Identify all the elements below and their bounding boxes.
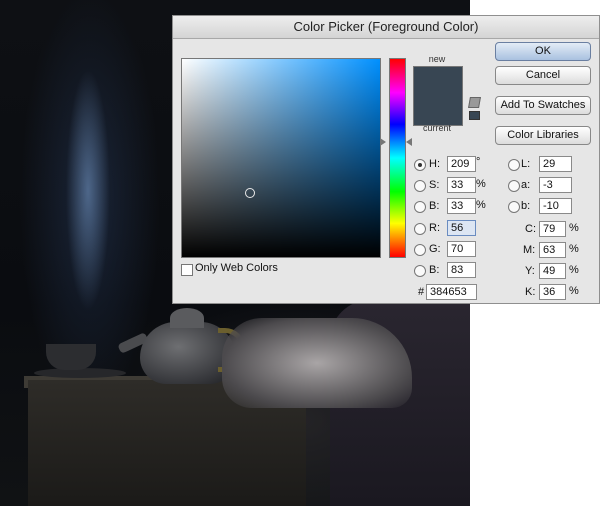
yellow-input[interactable]: 49 [539,263,566,279]
yellow-unit: % [569,264,579,276]
magenta-input[interactable]: 63 [539,242,566,258]
green-label: G: [429,243,441,255]
dialog-title[interactable]: Color Picker (Foreground Color) [173,16,599,39]
red-label: R: [429,222,440,234]
color-picker-dialog: Color Picker (Foreground Color) new curr… [172,15,600,304]
brightness-input[interactable]: 33 [447,198,476,214]
color-field[interactable] [181,58,381,258]
saturation-label: S: [429,179,440,191]
lab-b-label: b: [521,200,531,212]
blue-radio[interactable] [414,265,426,277]
green-input[interactable]: 70 [447,241,476,257]
lab-b-radio[interactable] [508,201,520,213]
color-field-cursor[interactable] [245,188,255,198]
add-to-swatches-button[interactable]: Add To Swatches [495,96,591,115]
saturation-unit: % [476,178,486,190]
lab-a-input[interactable]: -3 [539,177,572,193]
brightness-label: B: [429,200,440,212]
lab-a-radio[interactable] [508,180,520,192]
hue-slider-left-arrow[interactable] [380,138,386,146]
yellow-label: Y: [525,265,535,277]
cyan-input[interactable]: 79 [539,221,566,237]
current-label: current [422,123,451,133]
hue-slider[interactable] [389,58,406,258]
color-libraries-button[interactable]: Color Libraries [495,126,591,145]
lab-l-label: L: [521,158,531,170]
current-color-swatch[interactable] [414,96,462,125]
blue-input[interactable]: 83 [447,262,476,278]
cyan-label: C: [525,223,536,235]
brightness-radio[interactable] [414,201,426,213]
saturation-radio[interactable] [414,180,426,192]
teapot-lid [170,308,204,328]
black-unit: % [569,285,579,297]
teacup [46,344,96,370]
only-web-colors-label: Only Web Colors [195,262,278,274]
hue-radio[interactable] [414,159,426,171]
black-label: K: [525,286,536,298]
hue-slider-right-arrow[interactable] [406,138,412,146]
new-color-swatch [414,67,462,96]
green-radio[interactable] [414,244,426,256]
web-safe-swatch[interactable] [469,111,480,120]
hue-unit: ° [476,156,481,168]
red-input[interactable]: 56 [447,220,476,236]
magenta-label: M: [523,244,536,256]
cancel-button[interactable]: Cancel [495,66,591,85]
lab-l-radio[interactable] [508,159,520,171]
red-radio[interactable] [414,223,426,235]
saturation-input[interactable]: 33 [447,177,476,193]
cyan-unit: % [569,222,579,234]
color-swatch [413,66,463,126]
lab-l-input[interactable]: 29 [539,156,572,172]
hex-label: # [418,286,425,298]
lab-b-input[interactable]: -10 [539,198,572,214]
hue-label: H: [429,158,440,170]
blue-label: B: [429,264,440,276]
brightness-unit: % [476,199,486,211]
magenta-unit: % [569,243,579,255]
hue-input[interactable]: 209 [447,156,476,172]
black-input[interactable]: 36 [539,284,566,300]
white-cloth [222,318,412,408]
hex-input[interactable]: 384653 [426,284,477,300]
ok-button[interactable]: OK [495,42,591,61]
lab-a-label: a: [521,179,531,191]
out-of-gamut-cube-icon[interactable] [468,97,481,108]
only-web-colors-checkbox[interactable] [181,264,193,276]
new-label: new [428,54,446,64]
